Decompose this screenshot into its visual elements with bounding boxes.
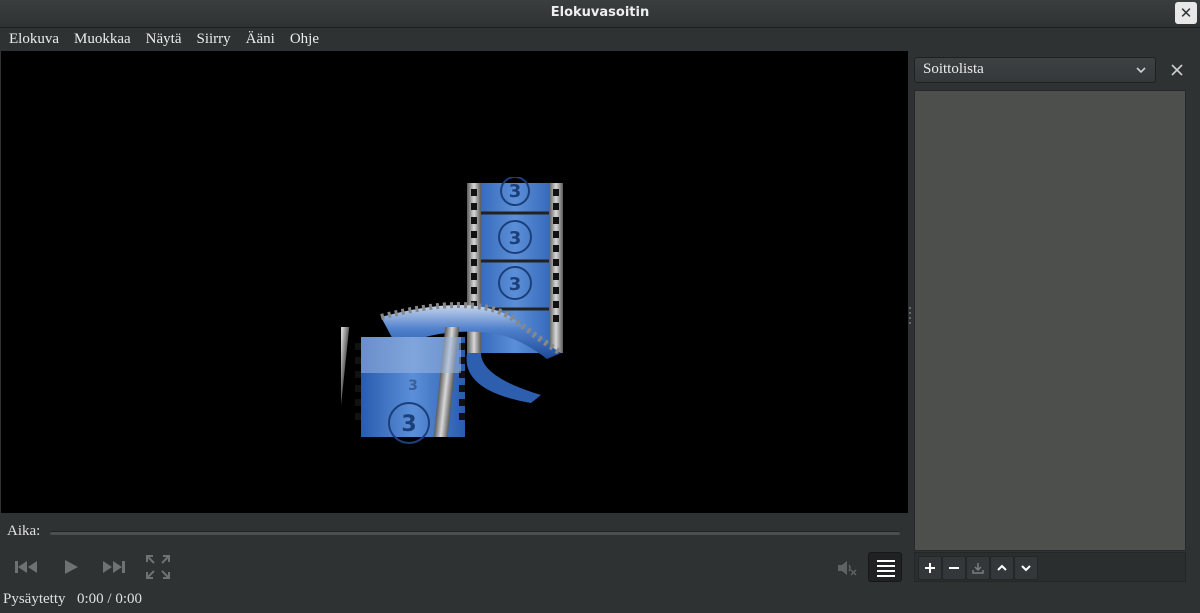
remove-icon xyxy=(949,567,959,569)
menu-siirry[interactable]: Siirry xyxy=(188,28,237,50)
sidebar-selector[interactable]: Soittolista xyxy=(914,57,1156,83)
sidebar-close-button[interactable] xyxy=(1169,62,1185,78)
menu-muokkaa[interactable]: Muokkaa xyxy=(66,28,138,50)
skip-forward-icon[interactable] xyxy=(100,553,128,581)
svg-text:3: 3 xyxy=(408,378,418,394)
close-icon xyxy=(1171,64,1183,76)
menu-bar: Elokuva Muokkaa Näytä Siirry Ääni Ohje xyxy=(0,28,1200,50)
seek-slider[interactable] xyxy=(50,531,900,535)
playlist-save-button[interactable] xyxy=(966,556,990,580)
menu-ohje[interactable]: Ohje xyxy=(282,28,326,50)
move-up-icon xyxy=(997,564,1007,571)
add-icon xyxy=(925,563,935,573)
playlist-remove-button[interactable] xyxy=(942,556,966,580)
playlist-toolbar xyxy=(914,552,1186,582)
status-bar: Pysäytetty 0:00 / 0:00 xyxy=(0,589,910,613)
skip-backward-icon[interactable] xyxy=(12,553,40,581)
menu-aani[interactable]: Ääni xyxy=(238,28,282,50)
move-down-icon xyxy=(1021,565,1031,572)
playlist-area[interactable] xyxy=(914,90,1186,551)
playlist-move-up-button[interactable] xyxy=(990,556,1014,580)
svg-text:3: 3 xyxy=(509,274,522,295)
playback-status: Pysäytetty xyxy=(3,591,66,607)
title-bar: Elokuvasoitin ✕ xyxy=(0,0,1200,28)
svg-text:3: 3 xyxy=(509,228,522,249)
sidebar-resize-handle[interactable] xyxy=(909,304,912,328)
seek-label: Aika: xyxy=(7,523,41,539)
chevron-down-icon xyxy=(1136,67,1146,74)
svg-text:3: 3 xyxy=(509,181,522,202)
seek-row: Aika: xyxy=(0,518,910,546)
playback-controls xyxy=(0,548,910,586)
sidebar-selector-value: Soittolista xyxy=(923,61,984,77)
menu-elokuva[interactable]: Elokuva xyxy=(0,28,66,50)
volume-muted-icon[interactable] xyxy=(836,558,858,578)
fullscreen-icon[interactable] xyxy=(144,553,172,581)
playlist-toggle-button[interactable] xyxy=(868,552,902,582)
playlist-move-down-button[interactable] xyxy=(1014,556,1038,580)
video-area[interactable]: 3 3 3 3 3 xyxy=(1,51,908,513)
sidebar: Soittolista xyxy=(913,51,1200,613)
svg-text:3: 3 xyxy=(401,412,416,437)
save-icon xyxy=(972,563,984,574)
window-title: Elokuvasoitin xyxy=(550,5,650,20)
playlist-add-button[interactable] xyxy=(918,556,942,580)
play-icon[interactable] xyxy=(57,553,85,581)
time-display: 0:00 / 0:00 xyxy=(77,591,143,607)
menu-nayta[interactable]: Näytä xyxy=(138,28,189,50)
window-close-button[interactable]: ✕ xyxy=(1175,2,1197,24)
playlist-toggle-icon xyxy=(877,560,895,577)
film-reel-logo: 3 3 3 3 3 xyxy=(341,177,563,444)
